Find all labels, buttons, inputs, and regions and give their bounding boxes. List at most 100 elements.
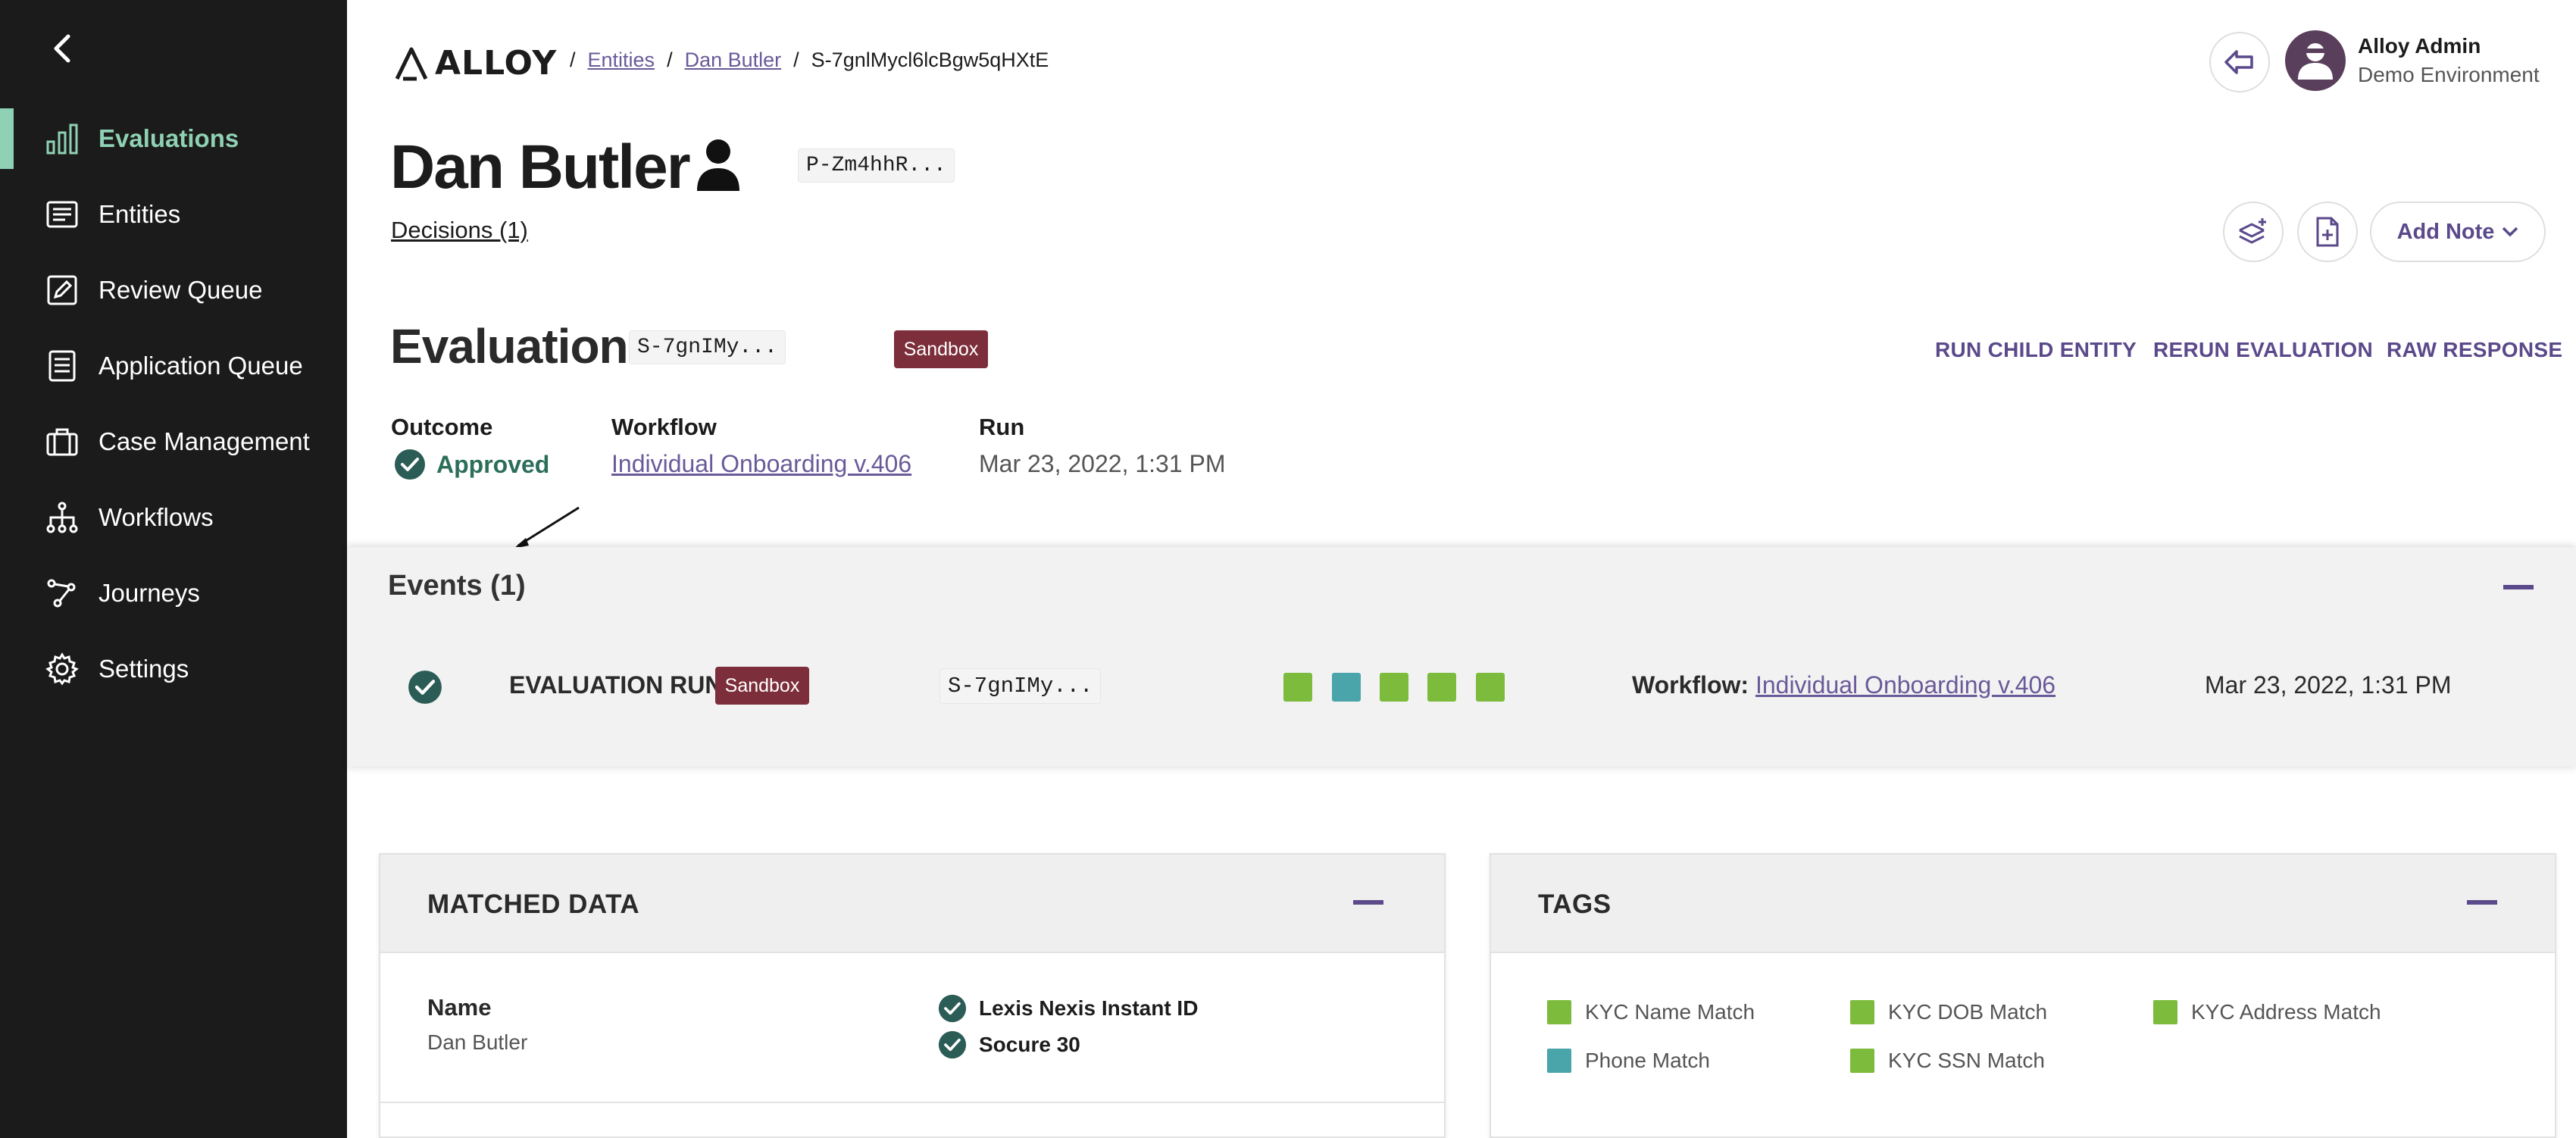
add-note-label: Add Note bbox=[2396, 219, 2495, 244]
tag-label: KYC Name Match bbox=[1585, 1000, 1755, 1024]
sandbox-badge: Sandbox bbox=[715, 667, 809, 705]
alloy-logo-mark-icon bbox=[395, 47, 428, 80]
sidebar-item-label: Case Management bbox=[98, 427, 310, 455]
run-label: Run bbox=[979, 414, 1025, 440]
sidebar-item-application-queue[interactable]: Application Queue bbox=[0, 336, 347, 396]
journey-path-icon bbox=[44, 575, 80, 611]
tag-label: KYC DOB Match bbox=[1888, 1000, 2048, 1024]
gear-icon bbox=[44, 651, 80, 687]
tags-header: TAGS bbox=[1491, 855, 2555, 953]
user-avatar-icon bbox=[2298, 43, 2333, 80]
sidebar-item-review-queue[interactable]: Review Queue bbox=[0, 260, 347, 320]
event-tag-square bbox=[1380, 673, 1408, 702]
source-label: Socure 30 bbox=[979, 1033, 1080, 1056]
tag-color-swatch bbox=[1850, 1049, 1874, 1073]
event-workflow-link[interactable]: Individual Onboarding v.406 bbox=[1755, 671, 2055, 699]
sidebar-item-label: Workflows bbox=[98, 503, 214, 531]
sidebar-item-label: Evaluations bbox=[98, 124, 239, 152]
sidebar-item-label: Entities bbox=[98, 200, 181, 228]
tags-title: TAGS bbox=[1538, 889, 1612, 919]
tag-item: KYC Name Match bbox=[1547, 1000, 1755, 1024]
event-tag-square bbox=[1427, 673, 1456, 702]
breadcrumb-separator: / bbox=[667, 48, 673, 71]
rerun-evaluation-button[interactable]: RERUN EVALUATION bbox=[2153, 338, 2373, 362]
add-note-button[interactable]: Add Note bbox=[2370, 202, 2546, 262]
arrow-left-exit-icon bbox=[2224, 50, 2253, 74]
sidebar-item-evaluations[interactable]: Evaluations bbox=[0, 108, 347, 169]
sidebar-item-case-management[interactable]: Case Management bbox=[0, 411, 347, 472]
check-circle-icon bbox=[395, 449, 425, 480]
workflow-link[interactable]: Individual Onboarding v.406 bbox=[611, 450, 911, 478]
field-name-label: Name bbox=[427, 994, 492, 1021]
tag-label: Phone Match bbox=[1585, 1049, 1710, 1072]
source-item: Socure 30 bbox=[938, 1030, 1080, 1059]
raw-response-button[interactable]: RAW RESPONSE bbox=[2387, 338, 2562, 362]
user-menu[interactable]: Alloy Admin Demo Environment bbox=[2285, 30, 2540, 91]
event-tag-square bbox=[1283, 673, 1312, 702]
divider bbox=[380, 1102, 1444, 1103]
sidebar-item-settings[interactable]: Settings bbox=[0, 639, 347, 699]
tag-label: KYC Address Match bbox=[2191, 1000, 2381, 1024]
events-section: Events (1) EVALUATION RUN Sandbox S-7gnI… bbox=[347, 547, 2576, 767]
exit-button[interactable] bbox=[2209, 32, 2270, 92]
tags-collapse-button[interactable] bbox=[2467, 900, 2497, 905]
source-label: Lexis Nexis Instant ID bbox=[979, 996, 1199, 1020]
check-circle-icon bbox=[938, 994, 967, 1023]
breadcrumb-current: S-7gnlMycl6lcBgw5qHXtE bbox=[811, 48, 1049, 71]
back-button[interactable] bbox=[47, 33, 77, 64]
outcome-status: Approved bbox=[394, 449, 549, 480]
events-title: Events (1) bbox=[388, 570, 526, 602]
file-plus-icon bbox=[2316, 217, 2339, 247]
breadcrumb-separator: / bbox=[793, 48, 799, 71]
sidebar-item-label: Review Queue bbox=[98, 276, 263, 304]
events-collapse-button[interactable] bbox=[2503, 585, 2534, 589]
layers-plus-icon bbox=[2239, 218, 2266, 244]
event-workflow: Workflow: Individual Onboarding v.406 bbox=[1632, 671, 2055, 699]
decisions-link[interactable]: Decisions (1) bbox=[391, 217, 528, 244]
add-layer-button[interactable] bbox=[2223, 202, 2284, 262]
tag-item: Phone Match bbox=[1547, 1049, 1710, 1073]
chevron-down-icon bbox=[2503, 227, 2518, 237]
field-name-value: Dan Butler bbox=[427, 1030, 528, 1054]
event-date: Mar 23, 2022, 1:31 PM bbox=[2205, 671, 2452, 699]
entity-id-chip[interactable]: P-Zm4hhR... bbox=[798, 149, 955, 183]
sidebar-item-workflows[interactable]: Workflows bbox=[0, 487, 347, 548]
event-id-chip[interactable]: S-7gnIMy... bbox=[939, 668, 1102, 704]
run-child-entity-button[interactable]: RUN CHILD ENTITY bbox=[1935, 338, 2137, 362]
event-tag-square bbox=[1476, 673, 1505, 702]
sandbox-badge: Sandbox bbox=[894, 330, 988, 368]
matched-data-header: MATCHED DATA bbox=[380, 855, 1444, 953]
evaluation-id-chip[interactable]: S-7gnIMy... bbox=[629, 330, 786, 364]
breadcrumb-separator: / bbox=[570, 48, 576, 71]
chevron-left-icon bbox=[54, 34, 70, 63]
evaluation-title: Evaluation bbox=[390, 319, 629, 374]
event-type: EVALUATION RUN bbox=[509, 671, 723, 699]
matched-data-collapse-button[interactable] bbox=[1353, 900, 1383, 905]
breadcrumb-entity-link[interactable]: Dan Butler bbox=[685, 48, 782, 72]
sidebar-item-journeys[interactable]: Journeys bbox=[0, 563, 347, 624]
sidebar-item-label: Journeys bbox=[98, 579, 200, 607]
alloy-logo[interactable]: ALLOY bbox=[394, 44, 557, 83]
matched-data-title: MATCHED DATA bbox=[427, 889, 640, 919]
matched-data-card: MATCHED DATA Name Dan Butler Lexis Nexis… bbox=[379, 853, 1446, 1138]
list-card-icon bbox=[44, 196, 80, 233]
avatar bbox=[2285, 30, 2346, 91]
event-workflow-prefix: Workflow: bbox=[1632, 671, 1749, 699]
workflow-tree-icon bbox=[44, 499, 80, 536]
briefcase-icon bbox=[44, 424, 80, 460]
outcome-label: Outcome bbox=[391, 414, 493, 440]
page-title: Dan Butler bbox=[390, 133, 691, 202]
outcome-value: Approved bbox=[436, 450, 550, 478]
sidebar-item-label: Application Queue bbox=[98, 352, 303, 380]
tag-label: KYC SSN Match bbox=[1888, 1049, 2045, 1072]
person-icon bbox=[696, 138, 741, 196]
sidebar-item-label: Settings bbox=[98, 655, 189, 683]
annotation-arrow-icon bbox=[514, 506, 580, 549]
check-circle-icon bbox=[408, 670, 442, 708]
breadcrumb-entities-link[interactable]: Entities bbox=[588, 48, 655, 72]
sidebar-item-entities[interactable]: Entities bbox=[0, 184, 347, 245]
event-tag-square bbox=[1332, 673, 1361, 702]
user-name: Alloy Admin bbox=[2358, 34, 2481, 58]
tag-item: KYC SSN Match bbox=[1850, 1049, 2045, 1073]
add-document-button[interactable] bbox=[2297, 202, 2358, 262]
